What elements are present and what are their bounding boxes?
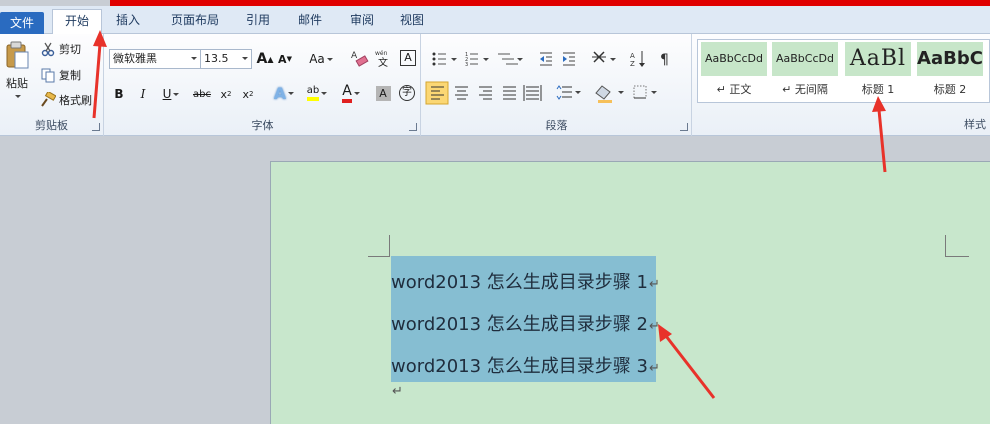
document-line-2[interactable]: word2013 怎么生成目录步骤 2↵ [391, 310, 660, 336]
character-shading-button[interactable]: A [373, 82, 393, 104]
font-launcher-icon[interactable] [409, 123, 417, 131]
decrease-indent-button[interactable] [536, 48, 556, 70]
style-heading-2[interactable]: AaBbC 标题 2 [917, 42, 983, 100]
font-size-select[interactable]: 13.5 [200, 49, 252, 69]
strikethrough-button[interactable]: abc [191, 84, 213, 104]
style-normal[interactable]: AaBbCcDd ↵ 正文 [701, 42, 767, 100]
multilevel-list-button[interactable] [494, 48, 526, 70]
grow-font-button[interactable]: A ▲ [257, 49, 274, 69]
sort-button[interactable] [626, 48, 648, 70]
subscript-button[interactable]: x2 [217, 84, 235, 104]
svg-text:wén: wén [375, 50, 388, 57]
text-effects-button[interactable]: A [271, 82, 297, 104]
document-empty-paragraph[interactable]: ↵ [391, 384, 403, 399]
style-heading-1-name: 标题 1 [861, 83, 895, 96]
italic-button[interactable]: I [135, 84, 151, 104]
distributed-button[interactable] [522, 82, 544, 104]
style-no-spacing[interactable]: AaBbCcDd ↵ 无间隔 [772, 42, 838, 100]
crop-mark-top-right [945, 235, 969, 257]
style-no-spacing-sample: AaBbCcDd [772, 42, 838, 76]
style-heading-2-name: 标题 2 [933, 83, 967, 96]
tab-review[interactable]: 审阅 [342, 9, 382, 34]
brush-icon [41, 92, 56, 107]
style-heading-1-sample: AaBl [845, 42, 911, 76]
character-border-button[interactable]: A [398, 47, 418, 69]
phonetic-guide-icon: wén 文 [375, 50, 388, 69]
style-normal-name: ↵ 正文 [716, 83, 752, 96]
copy-button[interactable]: 复制 [40, 66, 81, 84]
clipboard-group-label: 剪贴板 [35, 119, 68, 132]
format-painter-button[interactable]: 格式刷 [40, 91, 92, 109]
shading-button[interactable] [594, 82, 626, 104]
paragraph-group-label: 段落 [545, 119, 568, 132]
tab-page-layout[interactable]: 页面布局 [160, 9, 230, 34]
line-spacing-button[interactable] [554, 82, 584, 104]
phonetic-guide-button[interactable]: wén 文 [373, 47, 395, 69]
clear-formatting-button[interactable]: A [348, 47, 370, 69]
superscript-button[interactable]: x2 [239, 84, 257, 104]
borders-button[interactable] [630, 82, 660, 104]
align-center-button[interactable] [452, 82, 472, 104]
style-normal-sample: AaBbCcDd [701, 42, 767, 76]
styles-group-label: 样式 [964, 118, 986, 131]
text-effects-icon: A [273, 83, 287, 103]
font-name-value: 微软雅黑 [113, 52, 157, 65]
increase-indent-button[interactable] [560, 48, 580, 70]
document-line-3[interactable]: word2013 怎么生成目录步骤 3↵ [391, 352, 660, 378]
numbering-button[interactable] [462, 48, 492, 70]
svg-text:文: 文 [378, 56, 388, 69]
shrink-font-button[interactable]: A ▼ [277, 49, 293, 69]
format-painter-label: 格式刷 [59, 94, 92, 107]
tab-file[interactable]: 文件 [0, 12, 44, 34]
font-group: 微软雅黑 13.5 A ▲ A ▼ Aa A wén 文 A B I U abc x… [105, 34, 421, 136]
font-size-value: 13.5 [204, 52, 229, 65]
tab-references[interactable]: 引用 [238, 9, 278, 34]
clipboard-group: 粘贴 剪切 复制 格式刷 剪贴板 [0, 34, 104, 136]
clipboard-launcher-icon[interactable] [92, 123, 100, 131]
character-shading-icon: A [375, 85, 391, 101]
bold-button[interactable]: B [111, 84, 127, 104]
cut-label: 剪切 [59, 43, 81, 56]
crop-mark-top-left [368, 235, 390, 257]
copy-label: 复制 [59, 69, 81, 82]
eraser-icon: A [351, 51, 369, 67]
svg-text:A: A [351, 51, 358, 61]
highlight-color-button[interactable]: ab [303, 82, 331, 104]
highlighter-icon: ab [306, 85, 320, 101]
show-marks-button[interactable] [656, 48, 678, 70]
paste-icon [6, 41, 29, 68]
scissors-icon [41, 42, 55, 57]
tab-mailings[interactable]: 邮件 [290, 9, 330, 34]
font-name-select[interactable]: 微软雅黑 [109, 49, 201, 69]
paste-label: 粘贴 [6, 76, 28, 90]
tab-home[interactable]: 开始 [52, 9, 102, 35]
document-line-1[interactable]: word2013 怎么生成目录步骤 1↵ [391, 268, 660, 294]
style-heading-1[interactable]: AaBl 标题 1 [845, 42, 911, 100]
font-color-button[interactable]: A [337, 82, 365, 104]
paragraph-launcher-icon[interactable] [680, 123, 688, 131]
underline-button[interactable]: U [159, 84, 183, 104]
tab-insert[interactable]: 插入 [108, 9, 148, 34]
enclose-characters-icon: 字 [399, 85, 415, 101]
style-no-spacing-name: ↵ 无间隔 [782, 83, 828, 96]
cut-button[interactable]: 剪切 [40, 40, 81, 58]
character-border-icon: A [400, 50, 416, 66]
ribbon: 粘贴 剪切 复制 格式刷 剪贴板 微软雅黑 13.5 A ▲ A ▼ Aa A … [0, 34, 990, 136]
copy-icon [41, 68, 55, 83]
paste-button[interactable]: 粘贴 [2, 38, 32, 100]
font-color-icon: A [342, 83, 352, 103]
paragraph-group: 1 2 3 A Z ¶ 段落 [422, 34, 692, 136]
enclose-characters-button[interactable]: 字 [397, 82, 417, 104]
bullets-button[interactable] [428, 48, 462, 70]
justify-button[interactable] [500, 82, 520, 104]
ribbon-tab-row: 文件 开始 插入 页面布局 引用 邮件 审阅 视图 [0, 6, 990, 35]
chinese-layout-button[interactable] [590, 48, 620, 70]
align-right-button[interactable] [476, 82, 496, 104]
change-case-button[interactable]: Aa [305, 49, 337, 69]
tab-view[interactable]: 视图 [392, 9, 432, 34]
align-left-button[interactable] [426, 82, 448, 104]
font-group-label: 字体 [251, 119, 274, 132]
paste-dropdown-icon [15, 94, 21, 98]
style-heading-2-sample: AaBbC [917, 42, 983, 76]
